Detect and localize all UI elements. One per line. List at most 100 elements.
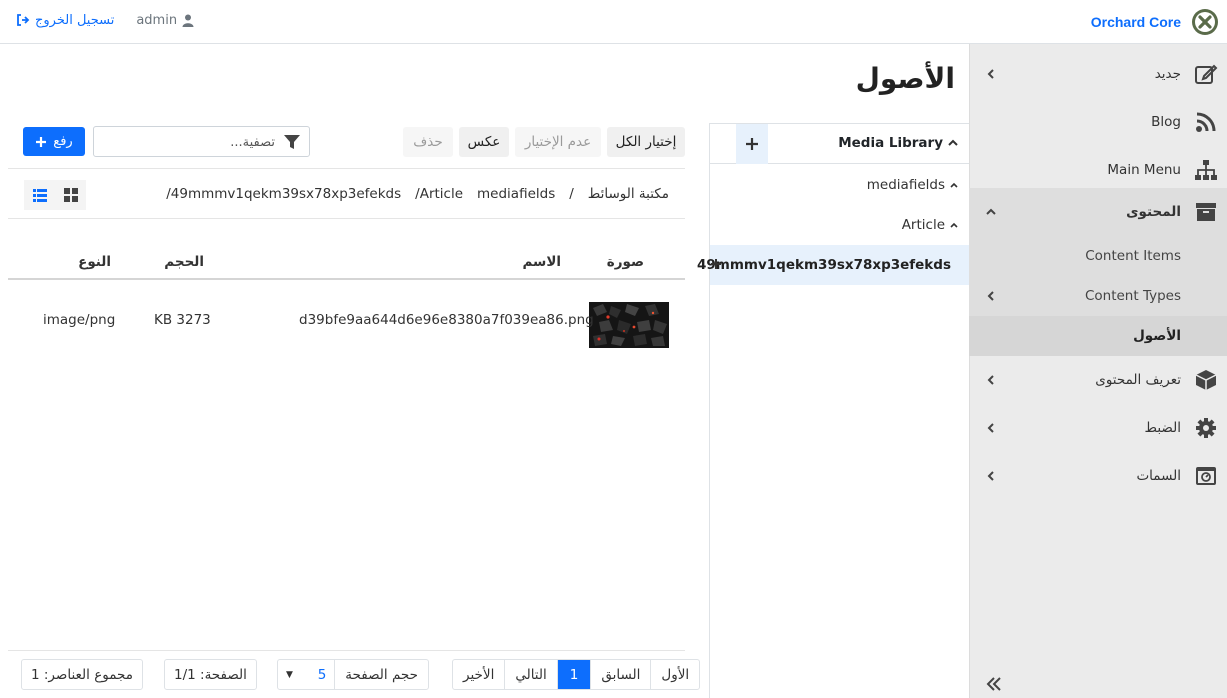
chevron-left-icon [985,374,997,386]
unselect-button[interactable]: عدم الإختيار [515,127,601,157]
invert-selection-button[interactable]: عكس [459,127,509,157]
sidebar-item-new[interactable]: جديد [969,50,1227,98]
brand[interactable]: Orchard Core [1091,0,1219,44]
sidebar-item-label: Main Menu [1107,162,1181,178]
gear-icon [1193,415,1219,441]
sidebar-subitem-label: الأصول [1133,328,1181,344]
sidebar-item-label: تعريف المحتوى [1095,372,1181,388]
brand-name[interactable]: Orchard Core [1091,14,1181,30]
select-all-button[interactable]: إختيار الكل [607,127,685,157]
breadcrumb-item-mediafields[interactable]: mediafields [477,186,555,202]
archive-icon [1193,199,1219,225]
column-header-size[interactable]: الحجم [164,254,204,270]
plus-icon [35,136,47,148]
tree-node-current-folder[interactable]: 49mmmv1qekm39sx78xp3efekds [697,245,969,285]
sidebar-item-blog[interactable]: Blog [969,98,1227,146]
plus-icon [746,138,758,150]
chevron-up-icon [949,181,959,189]
pager-first[interactable]: الأول [650,660,699,689]
pager-current-page[interactable]: 1 [556,660,591,689]
list-view-button[interactable] [24,180,55,210]
sidebar-item-label: الضبط [1144,420,1181,436]
add-folder-button[interactable] [736,124,768,164]
rss-icon [1193,109,1219,135]
logout-label: تسجيل الخروج [35,12,115,28]
sidebar-subitem-assets[interactable]: الأصول [969,316,1227,356]
chevron-up-icon [985,206,997,218]
pager-last[interactable]: الأخير [453,660,504,689]
chevron-left-icon [985,290,997,302]
user-menu[interactable]: admin [136,13,194,28]
sidebar-item-themes[interactable]: السمات [969,452,1227,500]
chevron-up-icon [949,221,959,229]
logout-link[interactable]: تسجيل الخروج [16,13,114,28]
sidebar-item-content-definition[interactable]: تعريف المحتوى [969,356,1227,404]
divider [8,218,685,219]
sidebar-subitem-label: Content Types [1084,288,1181,304]
tree-node-mediafields[interactable]: mediafields [710,165,969,205]
sign-out-icon [16,14,30,26]
chevron-left-icon [985,68,997,80]
filter-input[interactable] [105,131,275,153]
sidebar-item-content[interactable]: المحتوى [969,188,1227,236]
breadcrumb: مكتبة الوسائط / mediafields /Article /49… [166,186,669,202]
upload-label: رفع [53,134,73,149]
breadcrumb-separator: / [569,186,574,202]
sidebar-item-label: المحتوى [1126,204,1181,220]
total-items-info: مجموع العناصر: 1 [21,659,143,690]
cell-file-name[interactable]: d39bfe9aa644d6e96e8380a7f039ea86.png [299,312,594,328]
tree-node-article[interactable]: Article [710,205,969,245]
sidebar-subitem-label: Content Items [1085,248,1181,264]
upload-button[interactable]: رفع [23,127,85,156]
chevron-left-icon [985,470,997,482]
list-icon [32,188,47,202]
breadcrumb-item-current[interactable]: /49mmmv1qekm39sx78xp3efekds [166,186,401,202]
divider [8,168,685,169]
sidebar-item-configuration[interactable]: الضبط [969,404,1227,452]
column-header-image[interactable]: صورة [607,254,644,270]
pager-previous[interactable]: السابق [590,660,650,689]
caret-down-icon: ▼ [286,669,293,680]
column-header-type[interactable]: النوع [78,254,111,270]
cube-icon [1193,367,1219,393]
page-size-group: حجم الصفحة 5 ▼ [277,659,429,690]
breadcrumb-item-article[interactable]: /Article [415,186,463,202]
theme-icon [1193,463,1219,489]
tree-root-media-library[interactable]: Media Library [838,135,959,151]
delete-button[interactable]: حذف [403,127,453,157]
breadcrumb-item-media-library[interactable]: مكتبة الوسائط [588,186,669,202]
top-navbar: Orchard Core تسجيل الخروج admin [0,0,1227,44]
page-size-value: 5 [317,666,327,683]
cell-file-type: image/png [43,312,116,328]
user-icon [182,14,194,27]
grid-view-button[interactable] [55,180,86,210]
media-thumbnail[interactable] [589,302,669,348]
sitemap-icon [1193,157,1219,183]
sidebar-item-label: Blog [1151,114,1181,130]
tree-node-label: 49mmmv1qekm39sx78xp3efekds [697,257,951,273]
username-label: admin [136,12,178,28]
sidebar-item-label: السمات [1136,468,1181,484]
admin-sidebar: جديد Blog Main Menu المحتوى Content Item… [969,44,1227,698]
page-size-select[interactable]: 5 ▼ [278,660,334,689]
tree-node-label: mediafields [866,177,945,193]
sidebar-item-label: جديد [1154,66,1181,82]
sidebar-subitem-content-items[interactable]: Content Items [969,236,1227,276]
tree-node-label: Article [901,217,945,233]
divider [8,650,685,651]
folder-tree-header: Media Library [710,124,969,164]
page-title: الأصول [855,62,955,95]
grid-icon [63,188,78,202]
sidebar-collapse-icon[interactable] [984,674,1004,694]
pager-next[interactable]: التالي [504,660,556,689]
edit-icon [1193,61,1219,87]
page-size-label: حجم الصفحة [334,660,428,689]
orchard-logo-icon [1191,8,1219,36]
column-header-name[interactable]: الاسم [522,254,561,270]
tree-root-label: Media Library [838,135,943,151]
sidebar-item-main-menu[interactable]: Main Menu [969,146,1227,194]
sidebar-subitem-content-types[interactable]: Content Types [969,276,1227,316]
pagination: الأول السابق 1 التالي الأخير [452,659,701,690]
plus-icon[interactable] [710,258,722,270]
user-area: تسجيل الخروج admin [16,0,194,40]
